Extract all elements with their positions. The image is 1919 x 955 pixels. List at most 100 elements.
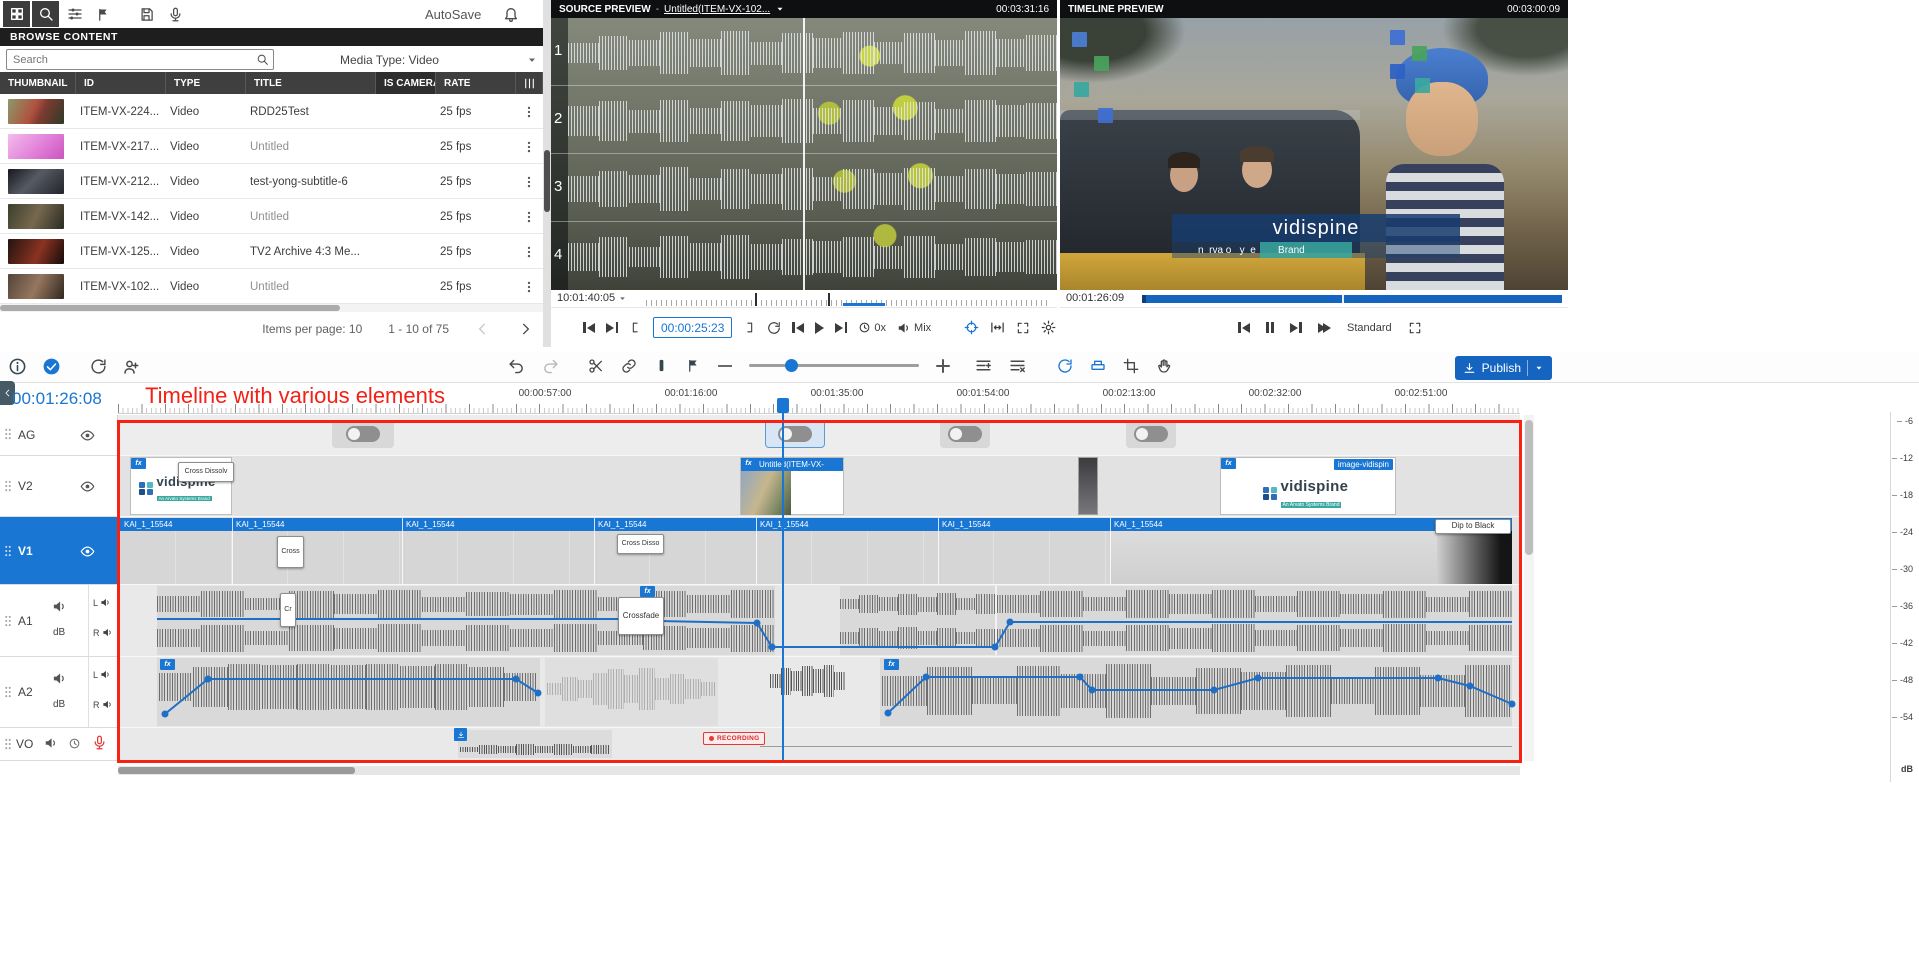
row-thumbnail[interactable] — [8, 274, 64, 299]
settings-gear-icon[interactable] — [1041, 320, 1056, 335]
row-menu-icon[interactable] — [522, 234, 542, 269]
fx-badge[interactable]: fx — [884, 659, 899, 670]
transition-cross-dissolve[interactable]: Cross Dissolv — [178, 462, 234, 482]
right-channel-toggle[interactable]: R — [93, 627, 113, 638]
left-channel-toggle[interactable]: L — [93, 669, 111, 680]
fullscreen-icon[interactable] — [1016, 321, 1030, 335]
row-menu-icon[interactable] — [522, 129, 542, 164]
video-clip[interactable]: fx Untitled(ITEM-VX- — [740, 457, 844, 515]
browse-hscrollbar[interactable] — [0, 304, 543, 312]
right-channel-toggle[interactable]: R — [93, 699, 113, 710]
table-row[interactable]: ITEM-VX-217... Video Untitled 25 fps — [0, 129, 543, 164]
table-row[interactable]: ITEM-VX-142... Video Untitled 25 fps — [0, 199, 543, 234]
column-type[interactable]: TYPE — [166, 72, 246, 94]
mute-speaker-icon[interactable] — [44, 736, 58, 750]
fit-to-width-icon[interactable] — [990, 320, 1005, 335]
column-rate[interactable]: RATE — [436, 72, 516, 94]
go-to-start-button[interactable] — [792, 322, 804, 333]
chevron-down-icon[interactable] — [775, 4, 785, 14]
table-row[interactable]: ITEM-VX-212... Video test-yong-subtitle-… — [0, 164, 543, 199]
info-icon[interactable] — [8, 357, 27, 376]
search-input[interactable] — [13, 54, 256, 66]
row-thumbnail[interactable] — [8, 204, 64, 229]
trim-tool-icon[interactable] — [1123, 358, 1139, 374]
transition-dip-to-black[interactable]: Dip to Black — [1435, 519, 1511, 534]
graphics-item-selected[interactable] — [765, 420, 825, 448]
monitor-icon[interactable] — [68, 737, 81, 750]
note-overlay[interactable] — [1390, 30, 1405, 45]
audio-clip[interactable] — [157, 586, 1512, 655]
column-thumbnail[interactable]: THUMBNAIL — [0, 72, 76, 94]
column-title[interactable]: TITLE — [246, 72, 376, 94]
video-clip-sequence[interactable]: KAI_1_15544 KAI_1_15544 KAI_1_15544 KAI_… — [120, 518, 1512, 584]
track-lane-vo[interactable]: RECORDING — [118, 728, 1520, 761]
in-out-timecode-box[interactable]: 00:00:25:23 — [653, 317, 732, 338]
track-header-v1[interactable]: V1 — [0, 517, 118, 585]
undo-icon[interactable] — [508, 357, 525, 374]
out-marker[interactable] — [828, 293, 830, 306]
drag-handle-icon[interactable] — [1, 543, 15, 559]
fx-badge[interactable]: fx — [741, 458, 756, 469]
step-back-button[interactable] — [583, 322, 595, 333]
save-button[interactable] — [133, 1, 160, 27]
import-badge[interactable] — [454, 728, 467, 741]
row-menu-icon[interactable] — [522, 94, 542, 129]
left-channel-toggle[interactable]: L — [93, 597, 111, 608]
video-clip[interactable]: fx image-vidispin vidispine An Arvato Sy… — [1220, 457, 1396, 515]
play-button[interactable] — [815, 322, 824, 334]
audio-mix-button[interactable]: Mix — [897, 321, 931, 335]
timeline-vscrollbar[interactable] — [1524, 415, 1534, 761]
note-overlay[interactable] — [1098, 108, 1113, 123]
drag-handle-icon[interactable] — [1, 478, 15, 494]
approve-check-icon[interactable] — [42, 357, 61, 376]
hand-tool-icon[interactable] — [1156, 358, 1172, 374]
mark-in-icon[interactable] — [629, 321, 642, 334]
source-item-name[interactable]: Untitled(ITEM-VX-102... — [664, 4, 770, 15]
mute-speaker-icon[interactable] — [52, 671, 67, 686]
items-per-page-label[interactable]: Items per page: 10 — [262, 322, 362, 336]
pause-button[interactable] — [1266, 322, 1274, 333]
fx-badge[interactable]: fx — [160, 659, 175, 670]
track-lane-v2[interactable]: fx vidispine An Arvato Systems Brand Cro… — [118, 456, 1520, 517]
audio-clip[interactable] — [545, 658, 718, 726]
source-video-viewport[interactable]: 1 2 3 4 — [551, 18, 1057, 290]
drag-handle-icon[interactable] — [1, 613, 15, 629]
media-type-select[interactable]: Media Type: Video — [300, 49, 538, 70]
video-clip[interactable]: fx vidispine An Arvato Systems Brand Cro… — [130, 457, 232, 515]
graphics-item[interactable] — [1126, 420, 1176, 448]
next-page-icon[interactable] — [517, 321, 533, 337]
fx-badge[interactable]: fx — [640, 586, 655, 597]
column-id[interactable]: ID — [76, 72, 166, 94]
note-overlay[interactable] — [1072, 32, 1087, 47]
row-menu-icon[interactable] — [522, 269, 542, 304]
voiceover-clip[interactable] — [458, 730, 612, 758]
reset-history-icon[interactable] — [90, 358, 107, 375]
overwrite-track-icon[interactable] — [1009, 357, 1026, 374]
playhead-handle[interactable] — [777, 398, 789, 413]
note-overlay[interactable] — [1390, 64, 1405, 79]
track-lane-v1[interactable]: KAI_1_15544 KAI_1_15544 KAI_1_15544 KAI_… — [118, 517, 1520, 585]
note-overlay[interactable] — [1415, 78, 1430, 93]
track-header-a1[interactable]: A1 dB L R — [0, 585, 118, 657]
go-to-end-button[interactable] — [1290, 322, 1302, 333]
video-clip-fragment[interactable] — [1078, 457, 1098, 515]
go-to-end-button[interactable] — [835, 322, 847, 333]
db-toggle[interactable]: dB — [53, 699, 65, 710]
source-timecode[interactable]: 10:01:40:05 — [557, 292, 627, 304]
redo-icon[interactable] — [542, 357, 559, 374]
publish-button[interactable]: Publish — [1455, 356, 1552, 380]
row-menu-icon[interactable] — [522, 164, 542, 199]
filters-button[interactable] — [61, 1, 88, 27]
notifications-bell-icon[interactable] — [497, 1, 524, 27]
drag-handle-icon[interactable] — [1, 684, 15, 700]
go-to-start-button[interactable] — [1238, 322, 1250, 333]
table-row[interactable]: ITEM-VX-102... Video Untitled 25 fps — [0, 269, 543, 304]
zoom-out-icon[interactable] — [718, 365, 732, 367]
table-row[interactable]: ITEM-VX-125... Video TV2 Archive 4:3 Me.… — [0, 234, 543, 269]
timeline-video-viewport[interactable]: vidispine n rva o y e Brand — [1060, 18, 1568, 290]
cut-icon[interactable] — [588, 358, 604, 374]
link-clips-icon[interactable] — [621, 358, 637, 374]
graphics-item[interactable] — [332, 420, 394, 448]
fx-badge[interactable]: fx — [131, 458, 146, 469]
db-toggle[interactable]: dB — [53, 627, 65, 638]
